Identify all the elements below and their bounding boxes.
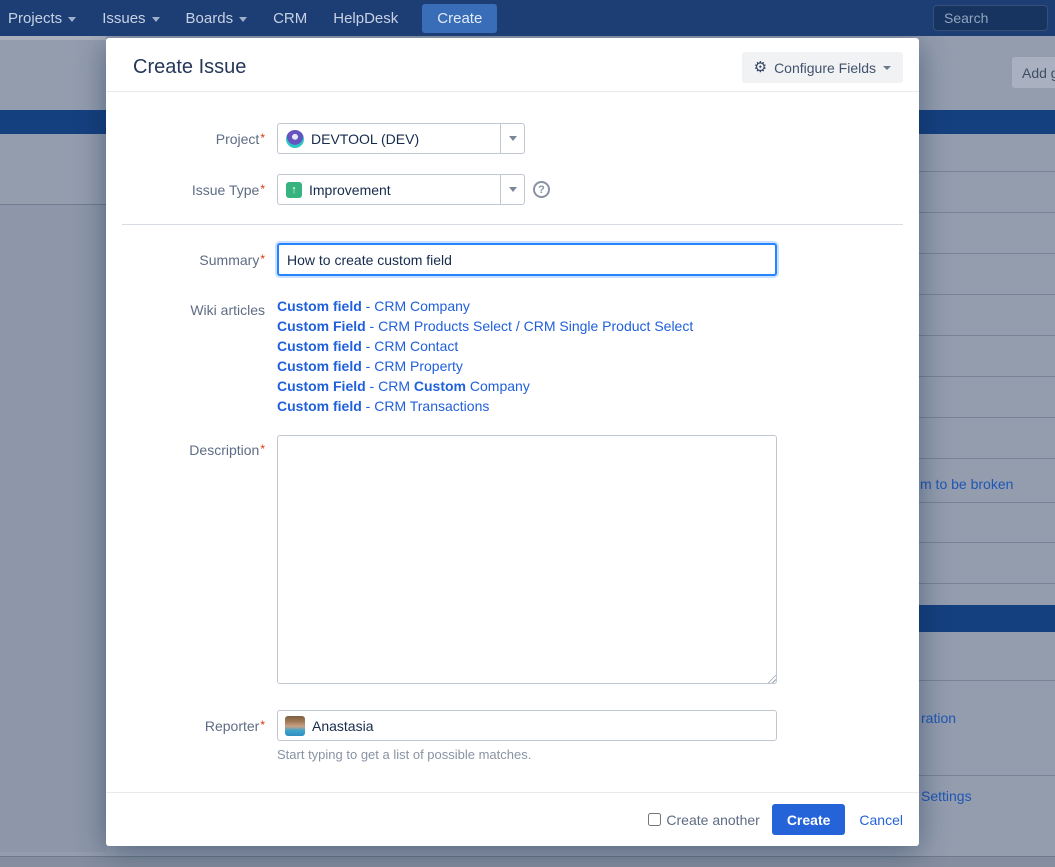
table-row-line — [919, 417, 1055, 418]
project-select[interactable]: DEVTOOL (DEV) — [277, 123, 525, 154]
project-select-value: DEVTOOL (DEV) — [278, 130, 500, 148]
chevron-down-icon — [68, 17, 76, 22]
nav-item-label: HelpDesk — [333, 10, 398, 27]
table-row-line — [919, 542, 1055, 543]
table-row-line — [919, 253, 1055, 254]
table-row-line — [919, 458, 1055, 459]
create-another-checkbox[interactable] — [648, 813, 661, 826]
wiki-link-bold-text: Custom Field — [277, 378, 366, 394]
table-row-line — [919, 376, 1055, 377]
reporter-input[interactable] — [312, 718, 769, 734]
wiki-article-link[interactable]: Custom field - CRM Contact — [277, 336, 693, 356]
page-left-panel — [0, 204, 106, 852]
dialog-footer: Create another Create Cancel — [106, 792, 919, 846]
chevron-down-icon — [239, 17, 247, 22]
reporter-avatar — [285, 716, 305, 736]
issue-type-name: Improvement — [309, 182, 391, 198]
chevron-down-icon — [509, 187, 517, 192]
nav-menu: Projects Issues Boards CRM HelpDesk — [8, 10, 398, 27]
configure-fields-button[interactable]: ⚙ Configure Fields — [742, 52, 903, 83]
wiki-article-link[interactable]: Custom field - CRM Transactions — [277, 396, 693, 416]
section-divider — [122, 224, 903, 225]
dialog-title: Create Issue — [133, 56, 246, 79]
nav-item-label: Issues — [102, 10, 145, 27]
improvement-icon: ↑ — [286, 182, 302, 198]
wiki-article-link[interactable]: Custom field - CRM Company — [277, 296, 693, 316]
create-another-option[interactable]: Create another — [648, 812, 759, 828]
create-another-label: Create another — [666, 812, 759, 828]
wiki-articles-label: Wiki articles — [120, 302, 265, 318]
top-navbar: Projects Issues Boards CRM HelpDesk Create — [0, 0, 1055, 36]
wiki-link-bold-text: Custom — [414, 378, 466, 394]
wiki-link-text: - CRM Transactions — [362, 398, 490, 414]
wiki-article-link[interactable]: Custom Field - CRM Products Select / CRM… — [277, 316, 693, 336]
nav-item-label: CRM — [273, 10, 307, 27]
wiki-article-link[interactable]: Custom field - CRM Property — [277, 356, 693, 376]
wiki-article-link[interactable]: Custom Field - CRM Custom Company — [277, 376, 693, 396]
nav-item-crm[interactable]: CRM — [273, 10, 307, 27]
wiki-articles-list: Custom field - CRM CompanyCustom Field -… — [277, 296, 693, 416]
project-dropdown-button[interactable] — [500, 124, 524, 153]
dialog-header: Create Issue ⚙ Configure Fields — [106, 38, 919, 92]
nav-item-projects[interactable]: Projects — [8, 10, 76, 27]
table-row-line — [919, 171, 1055, 172]
reporter-field[interactable] — [277, 710, 777, 741]
chevron-down-icon — [883, 66, 891, 70]
description-textarea[interactable] — [277, 435, 777, 684]
project-avatar-icon — [286, 130, 304, 148]
background-settings-link[interactable]: Settings — [921, 788, 972, 804]
table-row-line — [919, 502, 1055, 503]
wiki-link-text: - CRM Company — [362, 298, 470, 314]
table-row-line — [919, 335, 1055, 336]
issue-type-label: Issue Type — [120, 182, 265, 198]
search-input[interactable] — [933, 5, 1048, 31]
wiki-link-text: Company — [466, 378, 530, 394]
wiki-link-bold-text: Custom field — [277, 358, 362, 374]
wiki-link-text: - CRM — [366, 378, 414, 394]
summary-input[interactable] — [277, 243, 777, 276]
table-row-line — [919, 294, 1055, 295]
issue-type-select[interactable]: ↑ Improvement — [277, 174, 525, 205]
create-issue-dialog: Create Issue ⚙ Configure Fields Project … — [106, 38, 919, 846]
nav-create-button[interactable]: Create — [422, 4, 497, 33]
nav-item-label: Projects — [8, 10, 62, 27]
gear-icon: ⚙ — [754, 60, 767, 75]
reporter-label: Reporter — [120, 718, 265, 734]
summary-label: Summary — [120, 252, 265, 268]
help-icon[interactable]: ? — [533, 181, 550, 198]
add-gadget-button[interactable]: Add g — [1012, 57, 1055, 88]
wiki-link-bold-text: Custom Field — [277, 318, 366, 334]
configure-fields-label: Configure Fields — [774, 60, 876, 76]
nav-item-issues[interactable]: Issues — [102, 10, 159, 27]
issue-type-select-value: ↑ Improvement — [278, 182, 500, 198]
wiki-link-text: - CRM Products Select / CRM Single Produ… — [366, 318, 694, 334]
table-row-line — [919, 680, 1055, 681]
table-row-line — [919, 212, 1055, 213]
wiki-link-text: - CRM Property — [362, 358, 463, 374]
description-label: Description — [120, 442, 265, 458]
nav-item-helpdesk[interactable]: HelpDesk — [333, 10, 398, 27]
wiki-link-bold-text: Custom field — [277, 338, 362, 354]
table-row-line — [919, 583, 1055, 584]
nav-item-boards[interactable]: Boards — [186, 10, 248, 27]
create-button[interactable]: Create — [772, 804, 846, 835]
nav-item-label: Boards — [186, 10, 234, 27]
reporter-hint: Start typing to get a list of possible m… — [277, 747, 531, 762]
wiki-link-bold-text: Custom field — [277, 298, 362, 314]
chevron-down-icon — [509, 136, 517, 141]
page-top-strip — [0, 36, 106, 40]
chevron-down-icon — [152, 17, 160, 22]
wiki-link-bold-text: Custom field — [277, 398, 362, 414]
issue-type-dropdown-button[interactable] — [500, 175, 524, 204]
cancel-link[interactable]: Cancel — [859, 812, 903, 828]
wiki-link-text: - CRM Contact — [362, 338, 458, 354]
background-partial-link[interactable]: ration — [921, 710, 956, 726]
table-row-line — [919, 775, 1055, 776]
background-issue-link[interactable]: m to be broken — [920, 476, 1013, 492]
page-bottom-band — [0, 856, 1055, 867]
project-name: DEVTOOL (DEV) — [311, 131, 419, 147]
project-label: Project — [120, 131, 265, 147]
